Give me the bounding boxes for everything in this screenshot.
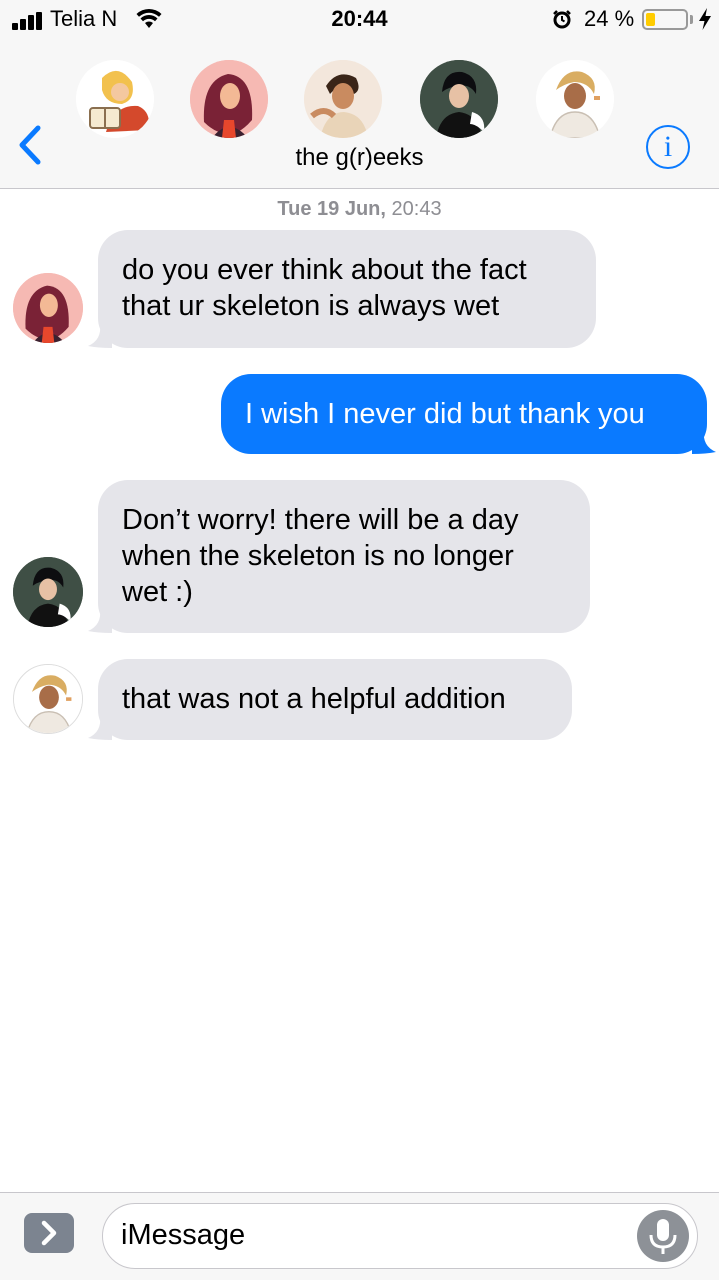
apps-button[interactable]: [24, 1213, 74, 1253]
message-line: that ur skeleton is always wet: [122, 290, 500, 322]
battery-tip: [690, 15, 693, 24]
avatar[interactable]: [190, 60, 268, 138]
avatar[interactable]: [76, 60, 154, 138]
group-avatars[interactable]: [0, 60, 719, 140]
message-bubble[interactable]: do you ever think about the fact that ur…: [98, 230, 596, 348]
avatar[interactable]: [13, 557, 83, 627]
message-composer: iMessage: [0, 1192, 719, 1280]
avatar[interactable]: [13, 273, 83, 343]
battery-level-fill: [646, 13, 655, 26]
message-line: do you ever think about the fact: [122, 254, 527, 286]
message-line: wet :): [122, 576, 193, 608]
timestamp-day: Tue 19 Jun,: [277, 198, 386, 220]
message-line: when the skeleton is no longer: [122, 540, 514, 572]
message-bubble[interactable]: that was not a helpful addition: [98, 659, 572, 740]
info-icon[interactable]: i: [646, 125, 690, 169]
message-line: Don’t worry! there will be a day: [122, 504, 519, 536]
group-title[interactable]: the g(r)eeks: [0, 144, 719, 172]
avatar[interactable]: [420, 60, 498, 138]
charging-bolt-icon: [699, 8, 711, 30]
battery-icon: [642, 9, 688, 30]
chevron-right-icon: [41, 1220, 57, 1246]
message-line: I wish I never did but thank you: [245, 398, 645, 430]
message-input[interactable]: iMessage: [102, 1203, 698, 1269]
conversation-timestamp: Tue 19 Jun, 20:43: [0, 198, 719, 221]
message-input-placeholder: iMessage: [121, 1219, 246, 1251]
message-bubble[interactable]: I wish I never did but thank you: [221, 374, 707, 454]
alarm-clock-icon: [553, 10, 571, 29]
avatar[interactable]: [304, 60, 382, 138]
message-bubble[interactable]: Don’t worry! there will be a day when th…: [98, 480, 590, 633]
battery-percentage: 24 %: [584, 6, 635, 31]
avatar[interactable]: [536, 60, 614, 138]
microphone-button[interactable]: [637, 1210, 689, 1262]
status-bar: Telia N 20:44 24 %: [0, 0, 719, 40]
conversation-header: Telia N 20:44 24 % the g(r)eeks i: [0, 0, 719, 189]
message-line: that was not a helpful addition: [122, 683, 506, 715]
timestamp-time: 20:43: [391, 198, 442, 220]
microphone-icon: [649, 1219, 677, 1254]
avatar[interactable]: [13, 664, 83, 734]
